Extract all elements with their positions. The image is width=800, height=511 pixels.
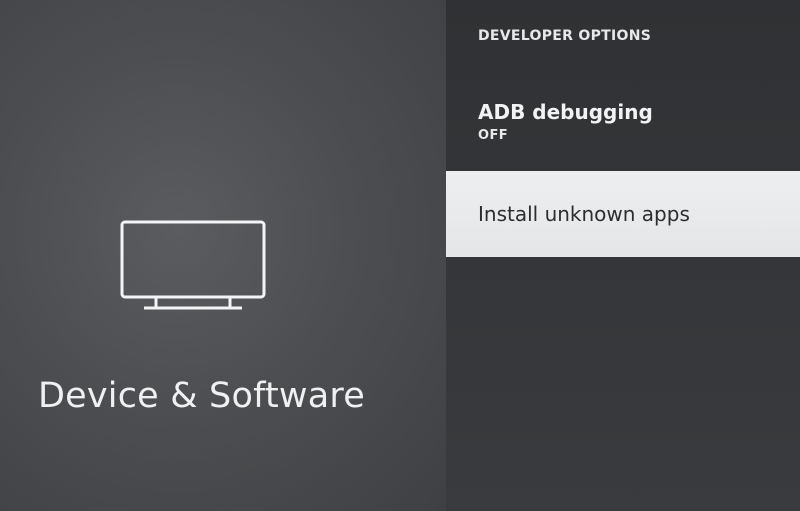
developer-options-panel: DEVELOPER OPTIONS ADB debugging OFF Inst… [446, 0, 800, 511]
category-panel: Device & Software [0, 0, 446, 511]
category-title: Device & Software [38, 376, 365, 416]
adb-debugging-status: OFF [478, 128, 509, 143]
install-unknown-apps-label: Install unknown apps [478, 202, 690, 226]
fire-tv-settings-screen: Device & Software DEVELOPER OPTIONS ADB … [0, 0, 800, 511]
adb-debugging-option[interactable]: ADB debugging OFF [446, 100, 800, 164]
section-header: DEVELOPER OPTIONS [478, 28, 652, 44]
install-unknown-apps-option[interactable]: Install unknown apps [446, 171, 800, 257]
adb-debugging-label: ADB debugging [478, 100, 653, 124]
tv-icon [120, 220, 266, 310]
